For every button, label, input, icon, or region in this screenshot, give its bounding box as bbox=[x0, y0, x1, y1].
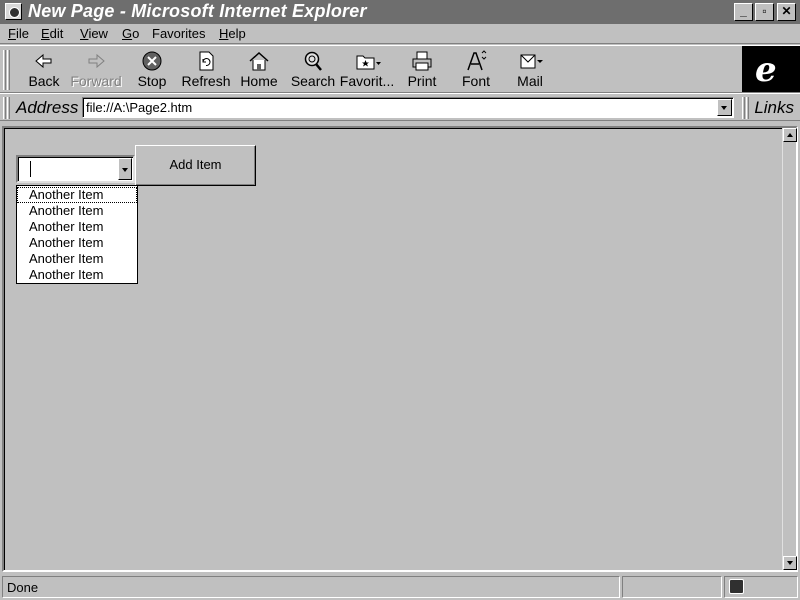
menu-file[interactable]: File bbox=[8, 26, 29, 41]
search-label: Search bbox=[290, 73, 336, 89]
links-button[interactable]: Links bbox=[754, 98, 794, 118]
stop-icon bbox=[141, 50, 163, 72]
address-grip[interactable] bbox=[7, 97, 10, 119]
dropdown-list: Another Item Another Item Another Item A… bbox=[16, 185, 138, 284]
chevron-down-icon bbox=[721, 106, 727, 110]
address-value: file://A:\Page2.htm bbox=[86, 100, 193, 115]
restore-icon: ▫ bbox=[762, 4, 767, 18]
combo-dropdown-button[interactable] bbox=[118, 158, 132, 180]
ie-logo-icon: e bbox=[755, 50, 777, 90]
status-text: Done bbox=[7, 580, 39, 595]
security-zone-icon bbox=[729, 579, 744, 594]
list-item[interactable]: Another Item bbox=[17, 235, 137, 251]
menu-edit[interactable]: Edit bbox=[41, 26, 63, 41]
list-item[interactable]: Another Item bbox=[17, 187, 137, 203]
menu-favorites[interactable]: Favorites bbox=[152, 26, 205, 41]
menu-go-accel: G bbox=[122, 26, 133, 41]
title-bar: New Page - Microsoft Internet Explorer _… bbox=[0, 0, 800, 24]
status-bar: Done bbox=[0, 574, 800, 600]
address-grip[interactable] bbox=[3, 97, 6, 119]
menu-file-rest: ile bbox=[15, 26, 29, 41]
chevron-down-icon bbox=[122, 168, 128, 172]
close-icon: ✕ bbox=[781, 4, 792, 18]
address-label: Address bbox=[16, 98, 79, 117]
address-input[interactable]: file://A:\Page2.htm bbox=[82, 97, 734, 118]
page-content: Add Item Another Item Another Item Anoth… bbox=[2, 126, 798, 572]
font-icon bbox=[465, 50, 487, 72]
minimize-button[interactable]: _ bbox=[734, 3, 753, 21]
menu-go-rest: o bbox=[132, 26, 140, 41]
status-text-pane: Done bbox=[2, 576, 620, 598]
favorites-button[interactable]: Favorit... bbox=[337, 48, 397, 92]
menu-go[interactable]: Go bbox=[122, 26, 139, 41]
browser-window: New Page - Microsoft Internet Explorer _… bbox=[0, 0, 800, 600]
forward-button[interactable]: Forward bbox=[66, 48, 126, 92]
home-button[interactable]: Home bbox=[229, 48, 289, 92]
list-item[interactable]: Another Item bbox=[17, 267, 137, 283]
toolbar-grip[interactable] bbox=[3, 50, 6, 90]
refresh-label: Refresh bbox=[181, 73, 231, 89]
list-item[interactable]: Another Item bbox=[17, 251, 137, 267]
status-zone-pane bbox=[724, 576, 798, 598]
print-button[interactable]: Print bbox=[392, 48, 452, 92]
links-grip[interactable] bbox=[742, 97, 745, 119]
mail-button[interactable]: Mail bbox=[500, 48, 560, 92]
font-button[interactable]: Font bbox=[446, 48, 506, 92]
close-button[interactable]: ✕ bbox=[777, 3, 796, 21]
mail-label: Mail bbox=[517, 73, 543, 89]
window-title: New Page - Microsoft Internet Explorer bbox=[28, 1, 367, 21]
address-bar: Address file://A:\Page2.htm Links bbox=[0, 93, 800, 121]
favorites-label: Favorit... bbox=[339, 73, 395, 89]
stop-button[interactable]: Stop bbox=[122, 48, 182, 92]
menu-help[interactable]: Help bbox=[219, 26, 246, 41]
text-caret bbox=[30, 161, 31, 177]
printer-icon bbox=[411, 50, 433, 72]
mail-icon bbox=[519, 50, 543, 72]
menu-favorites-label: Favorites bbox=[152, 26, 206, 41]
back-arrow-icon bbox=[33, 50, 55, 72]
search-button[interactable]: Search bbox=[283, 48, 343, 92]
chevron-down-icon bbox=[787, 561, 793, 565]
address-dropdown-button[interactable] bbox=[717, 99, 732, 116]
add-item-button[interactable]: Add Item bbox=[135, 145, 256, 186]
back-label: Back bbox=[28, 73, 60, 89]
home-label: Home bbox=[240, 73, 278, 89]
menu-bar: File Edit View Go Favorites Help bbox=[0, 24, 800, 44]
minimize-icon: _ bbox=[740, 4, 747, 18]
print-label: Print bbox=[407, 73, 437, 89]
menu-edit-accel: E bbox=[41, 26, 50, 41]
app-icon[interactable] bbox=[5, 3, 22, 20]
status-progress-pane bbox=[622, 576, 722, 598]
home-icon bbox=[248, 50, 270, 72]
menu-view-rest: iew bbox=[88, 26, 108, 41]
item-combo-box[interactable] bbox=[16, 155, 135, 183]
standard-toolbar: Back Forward Stop Refresh Home Search Fa… bbox=[0, 45, 800, 93]
toolbar-grip[interactable] bbox=[7, 50, 10, 90]
list-item[interactable]: Another Item bbox=[17, 219, 137, 235]
stop-label: Stop bbox=[137, 73, 167, 89]
list-item[interactable]: Another Item bbox=[17, 203, 137, 219]
menu-view[interactable]: View bbox=[80, 26, 108, 41]
menu-help-rest: elp bbox=[228, 26, 246, 41]
menu-file-accel: F bbox=[8, 26, 16, 41]
forward-label: Forward bbox=[70, 73, 122, 89]
restore-button[interactable]: ▫ bbox=[755, 3, 774, 21]
search-icon bbox=[302, 50, 324, 72]
scroll-down-button[interactable] bbox=[783, 556, 797, 570]
forward-arrow-icon bbox=[85, 50, 107, 72]
refresh-button[interactable]: Refresh bbox=[176, 48, 236, 92]
menu-help-accel: H bbox=[219, 26, 229, 41]
font-label: Font bbox=[461, 73, 490, 89]
menu-edit-rest: dit bbox=[49, 26, 64, 41]
refresh-icon bbox=[195, 50, 217, 72]
vertical-scrollbar[interactable] bbox=[782, 128, 797, 570]
scroll-up-button[interactable] bbox=[783, 128, 797, 142]
chevron-up-icon bbox=[787, 133, 793, 137]
links-grip[interactable] bbox=[746, 97, 749, 119]
ie-logo: e bbox=[742, 46, 800, 92]
favorites-folder-icon bbox=[356, 50, 381, 72]
back-button[interactable]: Back bbox=[14, 48, 74, 92]
